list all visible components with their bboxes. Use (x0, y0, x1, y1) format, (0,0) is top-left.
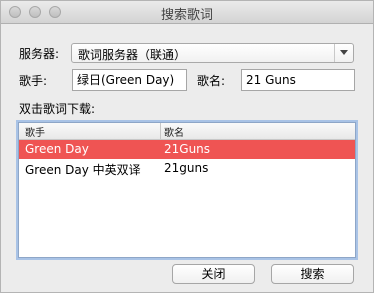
title-bar: 搜索歌词 (1, 1, 373, 24)
close-button[interactable]: 关闭 (172, 264, 255, 284)
song-label: 歌名: (197, 74, 226, 88)
server-label: 服务器: (19, 47, 60, 61)
artist-label: 歌手: (19, 74, 48, 88)
dropdown-button[interactable] (334, 44, 353, 62)
server-select-value: 歌词服务器（联通） (78, 48, 187, 62)
artist-input[interactable]: 绿日(Green Day) (72, 69, 187, 91)
window-title: 搜索歌词 (160, 8, 213, 23)
column-divider[interactable] (160, 123, 161, 139)
cell-artist: Green Day (25, 142, 89, 156)
table-header: 歌手 歌名 (19, 123, 355, 140)
column-header-song[interactable]: 歌名 (164, 124, 184, 139)
cell-song: 21Guns (164, 142, 211, 156)
column-header-artist[interactable]: 歌手 (25, 124, 45, 139)
table-row[interactable]: Green Day 中英双译 21guns (19, 159, 355, 178)
download-hint: 双击歌词下载: (19, 102, 96, 116)
search-button[interactable]: 搜索 (271, 264, 354, 284)
cell-artist: Green Day 中英双译 (25, 163, 141, 177)
chevron-down-icon (340, 50, 348, 55)
search-lyrics-dialog: 搜索歌词 服务器: 歌词服务器（联通） 歌手: 绿日(Green Day) 歌名… (0, 0, 374, 293)
server-select[interactable]: 歌词服务器（联通） (71, 43, 354, 63)
lyrics-results-table[interactable]: 歌手 歌名 Green Day 21Guns Green Day 中英双译 21… (18, 122, 356, 258)
cell-song: 21guns (164, 161, 209, 175)
song-input[interactable]: 21 Guns (241, 69, 355, 91)
table-row[interactable]: Green Day 21Guns (19, 140, 355, 159)
